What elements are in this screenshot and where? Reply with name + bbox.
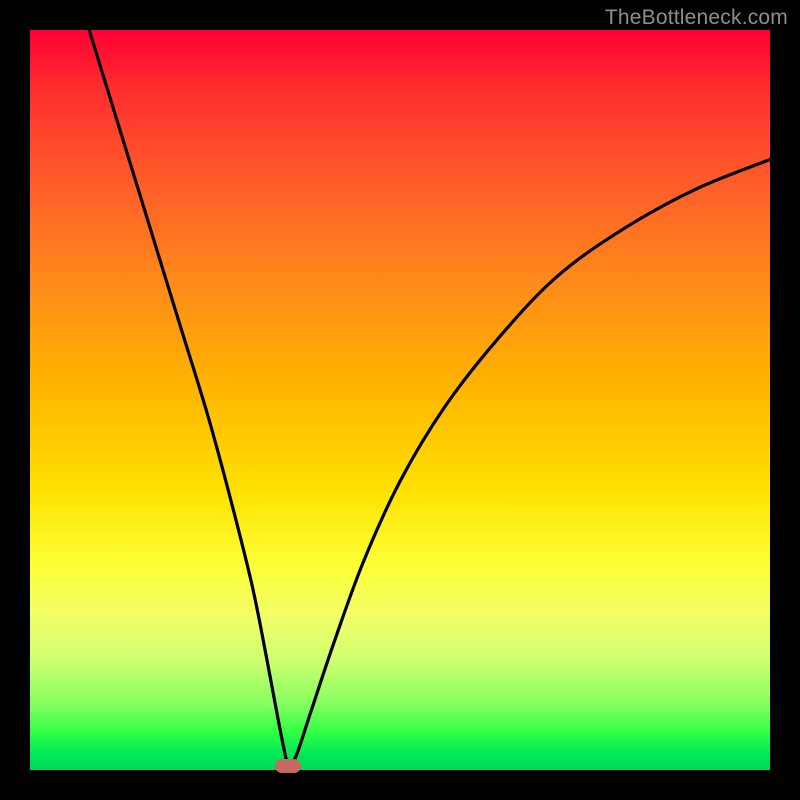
curve-svg (30, 30, 770, 770)
minimum-marker (275, 759, 301, 773)
plot-area (30, 30, 770, 770)
watermark-text: TheBottleneck.com (605, 6, 788, 30)
chart-frame: TheBottleneck.com (0, 0, 800, 800)
bottleneck-curve-path (89, 30, 770, 766)
